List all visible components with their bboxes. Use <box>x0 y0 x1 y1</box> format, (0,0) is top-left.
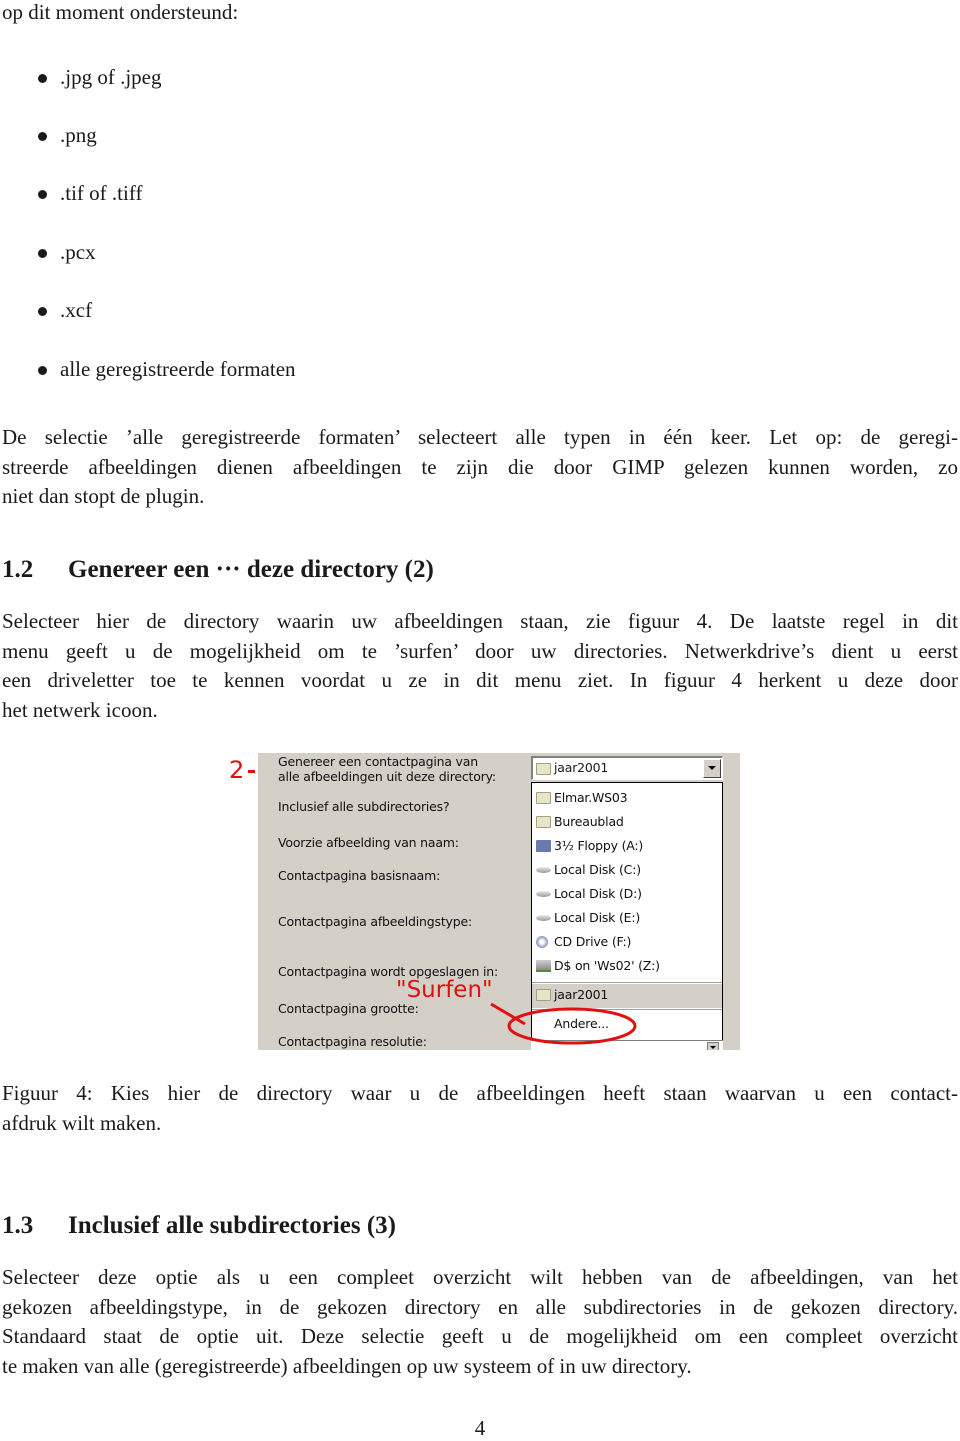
list-item-label: .pcx <box>60 240 96 264</box>
figure-caption: Figuur 4: Kies hier de directory waar u … <box>2 1079 958 1138</box>
section-title: Inclusief alle subdirectories (3) <box>68 1212 396 1239</box>
paragraph-line: gekozen afbeeldingstype, in de gekozen d… <box>2 1294 958 1319</box>
list-item-label: .tif of .tiff <box>60 181 143 205</box>
paragraph-line: een driveletter toe te kennen voordat u … <box>2 668 958 692</box>
section-title: Genereer een ··· deze directory (2) <box>68 556 434 583</box>
bullet-icon <box>38 74 47 83</box>
annotation-circle-arrow <box>490 1002 637 1045</box>
annotation-arrow-line <box>490 1002 526 1026</box>
paragraph-line: Selecteer deze optie als u een compleet … <box>2 1265 958 1289</box>
intro-line: op dit moment ondersteund: <box>2 0 239 24</box>
annotation-ellipse <box>507 1007 637 1045</box>
list-item-label: .png <box>60 123 97 147</box>
caption-line: afdruk wilt maken. <box>2 1110 162 1135</box>
page-number: 4 <box>474 1416 486 1440</box>
annotation-number: 2 <box>229 756 245 784</box>
bullet-icon <box>38 190 47 199</box>
bullet-icon <box>38 307 47 316</box>
paragraph-line: niet dan stopt de plugin. <box>2 484 205 508</box>
section-number: 1.3 <box>2 1212 34 1239</box>
paragraph-line: streerde afbeeldingen dienen afbeeldinge… <box>2 454 958 479</box>
list-item-label: alle geregistreerde formaten <box>60 357 296 381</box>
paragraph-line: het netwerk icoon. <box>2 697 158 722</box>
section-heading-1-3: 1.3 Inclusief alle subdirectories (3) <box>2 1212 396 1240</box>
list-item-label: .jpg of .jpeg <box>60 65 162 89</box>
bullet-icon <box>38 132 47 141</box>
paragraph-section-1-3: Selecteer deze optie als u een compleet … <box>2 1263 958 1381</box>
paragraph-line: Selecteer hier de directory waarin uw af… <box>2 609 958 633</box>
paragraph-section-1-2: Selecteer hier de directory waarin uw af… <box>2 607 958 725</box>
paragraph-line: De selectie ’alle geregistreerde formate… <box>2 425 958 449</box>
paragraph-line: menu geeft u de mogelijkheid om te ’surf… <box>2 638 958 663</box>
figure-dialog-screenshot: Genereer een contactpagina van alle afbe… <box>255 750 740 1050</box>
caption-line: Figuur 4: Kies hier de directory waar u … <box>2 1081 958 1105</box>
paragraph-line: Standaard staat de optie uit. Deze selec… <box>2 1324 958 1348</box>
section-heading-1-2: 1.2 Genereer een ··· deze directory (2) <box>2 556 434 584</box>
bullet-icon <box>38 249 47 258</box>
paragraph-line: te maken van alle (geregistreerde) afbee… <box>2 1353 692 1378</box>
paragraph-formats: De selectie ’alle geregistreerde formate… <box>2 423 958 512</box>
list-item-label: .xcf <box>60 298 93 322</box>
bullet-icon <box>38 366 47 375</box>
section-number: 1.2 <box>2 556 34 583</box>
